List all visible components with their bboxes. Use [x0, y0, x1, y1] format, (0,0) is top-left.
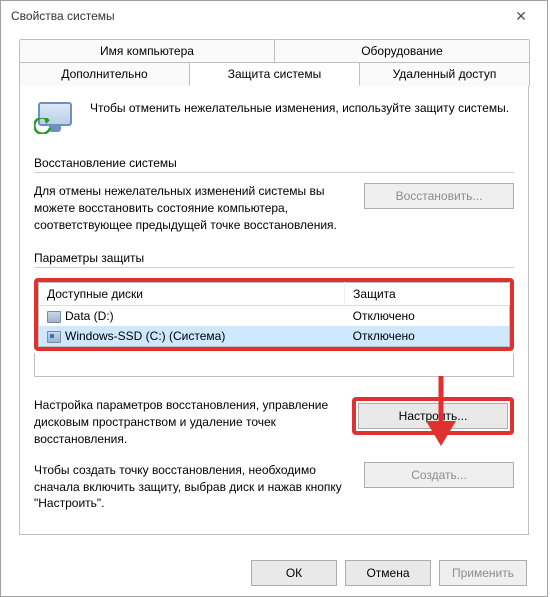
tab-hardware[interactable]: Оборудование [274, 39, 530, 63]
drive-icon [47, 311, 61, 323]
system-protection-icon [34, 100, 78, 140]
titlebar: Свойства системы ✕ [1, 1, 547, 31]
close-icon: ✕ [515, 8, 527, 25]
drive-icon [47, 331, 61, 343]
close-button[interactable]: ✕ [501, 4, 541, 28]
dialog-footer: ОК Отмена Применить [251, 560, 527, 586]
cancel-button[interactable]: Отмена [345, 560, 431, 586]
section-restore-title: Восстановление системы [34, 156, 514, 173]
restore-text: Для отмены нежелательных изменений систе… [34, 183, 350, 233]
window-title: Свойства системы [11, 9, 115, 23]
configure-text: Настройка параметров восстановления, упр… [34, 397, 338, 447]
section-protection-title: Параметры защиты [34, 251, 514, 268]
configure-button-highlight: Настроить... [352, 397, 514, 435]
tab-system-protection[interactable]: Защита системы [189, 62, 360, 86]
table-row[interactable]: Windows-SSD (C:) (Система) Отключено [39, 326, 510, 347]
drive-status: Отключено [345, 306, 510, 327]
restore-block: Для отмены нежелательных изменений систе… [34, 183, 514, 233]
tab-remote[interactable]: Удаленный доступ [359, 62, 530, 86]
restore-button[interactable]: Восстановить... [364, 183, 514, 209]
intro-block: Чтобы отменить нежелательные изменения, … [34, 100, 514, 140]
drive-table-highlight: Доступные диски Защита Data (D:) Отключе… [34, 278, 514, 351]
system-properties-window: Свойства системы ✕ Имя компьютера Оборуд… [0, 0, 548, 597]
tab-computer-name[interactable]: Имя компьютера [19, 39, 275, 63]
intro-text: Чтобы отменить нежелательные изменения, … [90, 100, 509, 140]
table-row[interactable]: Data (D:) Отключено [39, 306, 510, 327]
create-button[interactable]: Создать... [364, 462, 514, 488]
drive-name: Windows-SSD (C:) (Система) [65, 329, 225, 343]
drive-table: Доступные диски Защита Data (D:) Отключе… [38, 282, 510, 347]
apply-button[interactable]: Применить [439, 560, 527, 586]
ok-button[interactable]: ОК [251, 560, 337, 586]
configure-button[interactable]: Настроить... [358, 403, 508, 429]
configure-block: Настройка параметров восстановления, упр… [34, 397, 514, 447]
create-block: Чтобы создать точку восстановления, необ… [34, 462, 514, 512]
col-status[interactable]: Защита [345, 283, 510, 306]
col-drive[interactable]: Доступные диски [39, 283, 345, 306]
create-text: Чтобы создать точку восстановления, необ… [34, 462, 350, 512]
tab-strip: Имя компьютера Оборудование Дополнительн… [1, 31, 547, 86]
drive-name: Data (D:) [65, 309, 114, 323]
tab-panel-system-protection: Чтобы отменить нежелательные изменения, … [19, 85, 529, 535]
drive-table-empty-area[interactable] [34, 353, 514, 377]
drive-status: Отключено [345, 326, 510, 347]
tab-advanced[interactable]: Дополнительно [19, 62, 190, 86]
